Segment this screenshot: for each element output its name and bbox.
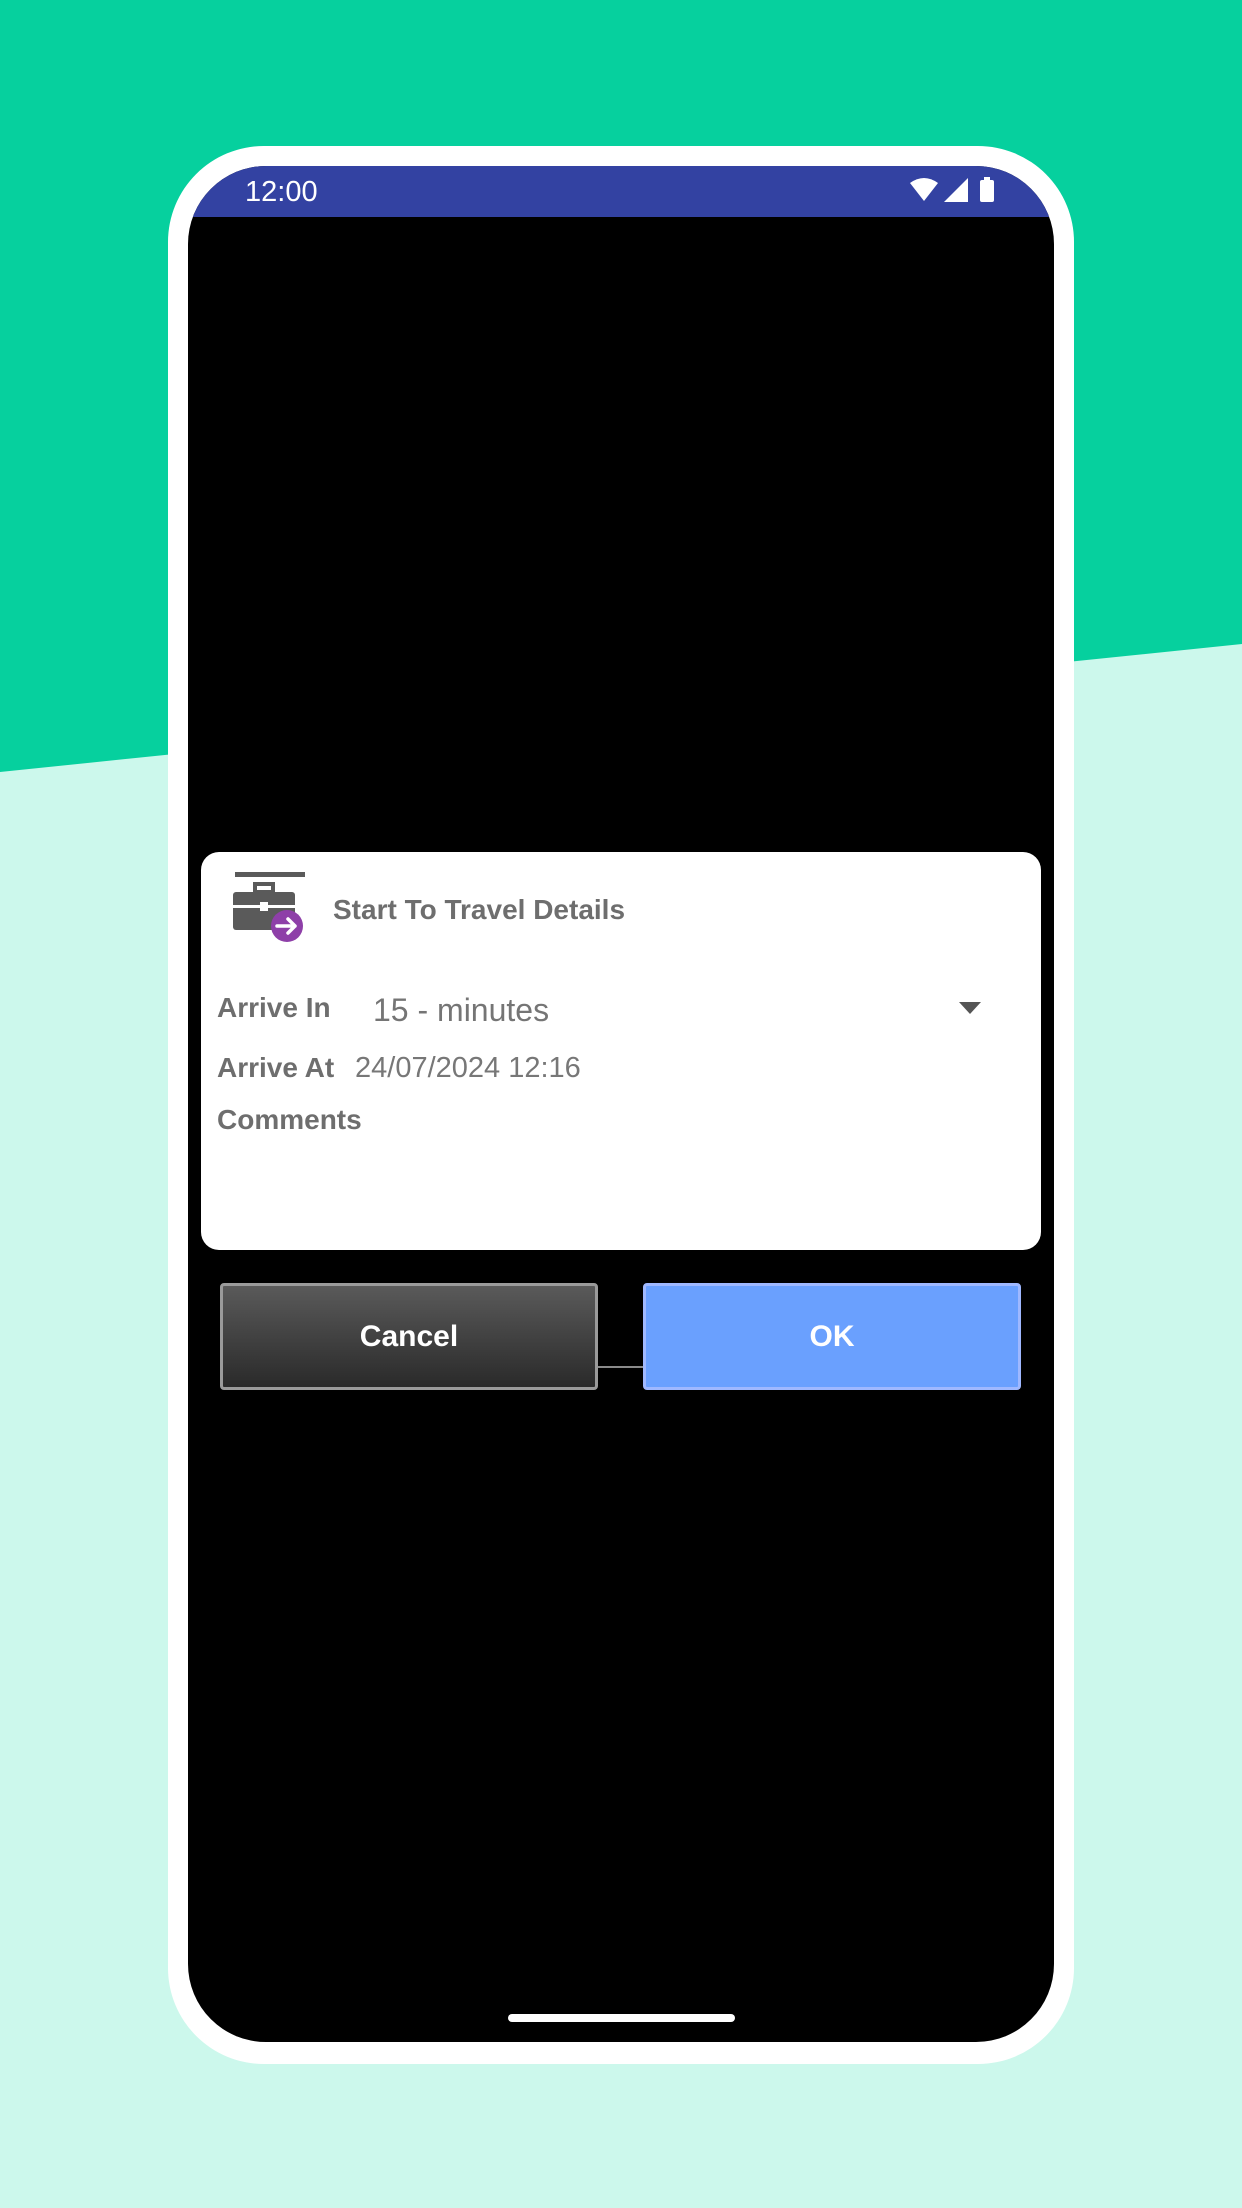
briefcase-travel-icon (231, 870, 307, 944)
cancel-button[interactable]: Cancel (220, 1283, 598, 1390)
status-icons (908, 175, 998, 207)
arrive-at-label: Arrive At (217, 1052, 335, 1083)
status-bar: 12:00 (188, 166, 1054, 217)
wifi-icon (910, 178, 938, 201)
chevron-down-icon (959, 1002, 981, 1014)
home-indicator[interactable] (508, 2014, 735, 2022)
phone-screen: 12:00 Start To Travel Details Arrive In … (188, 166, 1054, 2042)
arrive-in-value: 15 - minutes (373, 992, 550, 1028)
dialog-title: Start To Travel Details (333, 894, 626, 925)
status-time: 12:00 (245, 176, 318, 208)
arrive-at-value: 24/07/2024 12:16 (355, 1052, 581, 1084)
arrive-in-label: Arrive In (217, 992, 331, 1023)
travel-details-dialog: Start To Travel Details Arrive In 15 - m… (201, 852, 1041, 1250)
battery-icon (980, 177, 994, 202)
ok-button[interactable]: OK (643, 1283, 1021, 1390)
comments-label: Comments (217, 1104, 362, 1135)
signal-icon (944, 178, 968, 202)
arrive-in-dropdown[interactable]: 15 - minutes (361, 984, 1011, 1034)
